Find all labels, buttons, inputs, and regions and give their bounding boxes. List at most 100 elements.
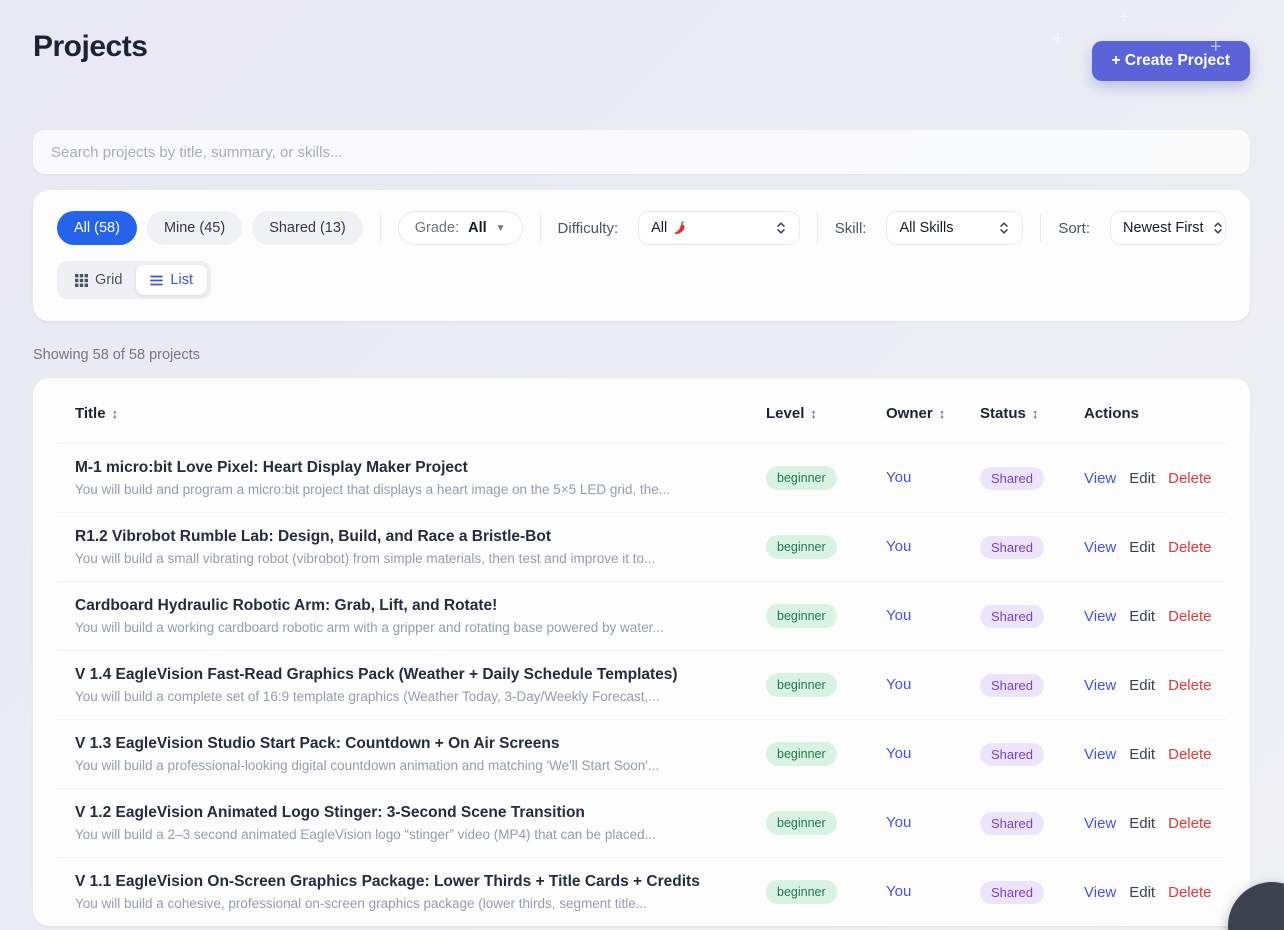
list-view-button[interactable]: List xyxy=(136,265,207,295)
divider xyxy=(540,213,541,243)
projects-table: Title ↕ Level ↕ Owner ↕ Status ↕ Actions xyxy=(33,378,1250,926)
project-title-cell: V 1.4 EagleVision Fast-Read Graphics Pac… xyxy=(75,666,766,704)
tab-all[interactable]: All (58) xyxy=(57,211,137,245)
table-row: V 1.2 EagleVision Animated Logo Stinger:… xyxy=(33,789,1250,857)
column-header-title[interactable]: Title ↕ xyxy=(75,405,766,422)
grade-value: All xyxy=(468,220,487,236)
owner-link[interactable]: You xyxy=(886,607,911,624)
actions-cell: View Edit Delete xyxy=(1084,608,1226,625)
view-action[interactable]: View xyxy=(1084,539,1116,556)
sort-icon: ↕ xyxy=(810,406,817,421)
grade-label: Grade: xyxy=(415,220,459,236)
owner-cell: You xyxy=(886,883,980,901)
delete-action[interactable]: Delete xyxy=(1168,815,1211,832)
view-action[interactable]: View xyxy=(1084,815,1116,832)
delete-action[interactable]: Delete xyxy=(1168,884,1211,901)
table-row: V 1.3 EagleVision Studio Start Pack: Cou… xyxy=(33,720,1250,788)
grade-filter-button[interactable]: Grade: All ▼ xyxy=(398,211,523,245)
project-summary: You will build and program a micro:bit p… xyxy=(75,482,750,497)
table-body: M-1 micro:bit Love Pixel: Heart Display … xyxy=(33,444,1250,926)
filter-card: All (58) Mine (45) Shared (13) Grade: Al… xyxy=(33,190,1250,321)
page-header: Projects + Create Project xyxy=(33,28,1250,81)
level-badge: beginner xyxy=(766,673,837,697)
delete-action[interactable]: Delete xyxy=(1168,539,1211,556)
view-action[interactable]: View xyxy=(1084,677,1116,694)
owner-link[interactable]: You xyxy=(886,745,911,762)
edit-action[interactable]: Edit xyxy=(1129,746,1155,763)
divider xyxy=(817,213,818,243)
owner-link[interactable]: You xyxy=(886,814,911,831)
level-cell: beginner xyxy=(766,673,886,697)
grid-icon xyxy=(75,274,88,287)
status-cell: Shared xyxy=(980,743,1084,766)
project-summary: You will build a complete set of 16:9 te… xyxy=(75,689,750,704)
difficulty-select[interactable]: All xyxy=(638,211,800,245)
actions-cell: View Edit Delete xyxy=(1084,884,1226,901)
status-cell: Shared xyxy=(980,536,1084,559)
status-badge: Shared xyxy=(980,812,1044,835)
delete-action[interactable]: Delete xyxy=(1168,677,1211,694)
delete-action[interactable]: Delete xyxy=(1168,746,1211,763)
delete-action[interactable]: Delete xyxy=(1168,608,1211,625)
edit-action[interactable]: Edit xyxy=(1129,608,1155,625)
tab-shared[interactable]: Shared (13) xyxy=(252,211,363,245)
status-cell: Shared xyxy=(980,812,1084,835)
difficulty-value: All xyxy=(651,220,667,236)
level-cell: beginner xyxy=(766,880,886,904)
project-title-cell: Cardboard Hydraulic Robotic Arm: Grab, L… xyxy=(75,597,766,635)
grid-view-button[interactable]: Grid xyxy=(61,265,136,295)
level-badge: beginner xyxy=(766,604,837,628)
view-action[interactable]: View xyxy=(1084,884,1116,901)
owner-cell: You xyxy=(886,538,980,556)
owner-link[interactable]: You xyxy=(886,538,911,555)
actions-cell: View Edit Delete xyxy=(1084,746,1226,763)
owner-link[interactable]: You xyxy=(886,676,911,693)
edit-action[interactable]: Edit xyxy=(1129,677,1155,694)
caret-down-icon: ▼ xyxy=(496,223,506,234)
level-cell: beginner xyxy=(766,604,886,628)
tab-mine[interactable]: Mine (45) xyxy=(147,211,242,245)
view-toggle: Grid List xyxy=(57,261,1226,299)
delete-action[interactable]: Delete xyxy=(1168,470,1211,487)
results-count: Showing 58 of 58 projects xyxy=(33,347,1250,363)
project-title-cell: M-1 micro:bit Love Pixel: Heart Display … xyxy=(75,459,766,497)
owner-cell: You xyxy=(886,745,980,763)
owner-link[interactable]: You xyxy=(886,469,911,486)
search-input[interactable] xyxy=(33,130,1250,174)
project-summary: You will build a professional-looking di… xyxy=(75,758,750,773)
view-action[interactable]: View xyxy=(1084,470,1116,487)
actions-cell: View Edit Delete xyxy=(1084,539,1226,556)
project-title: V 1.4 EagleVision Fast-Read Graphics Pac… xyxy=(75,666,750,684)
grid-view-label: Grid xyxy=(95,272,122,288)
edit-action[interactable]: Edit xyxy=(1129,884,1155,901)
view-action[interactable]: View xyxy=(1084,746,1116,763)
status-cell: Shared xyxy=(980,674,1084,697)
list-icon xyxy=(150,274,163,287)
view-action[interactable]: View xyxy=(1084,608,1116,625)
status-badge: Shared xyxy=(980,674,1044,697)
sort-select[interactable]: Newest First xyxy=(1110,211,1226,245)
level-cell: beginner xyxy=(766,466,886,490)
chevrons-up-down-icon xyxy=(775,221,787,235)
column-header-owner[interactable]: Owner ↕ xyxy=(886,405,980,422)
sort-value: Newest First xyxy=(1123,220,1204,236)
project-summary: You will build a 2–3 second animated Eag… xyxy=(75,827,750,842)
sort-icon: ↕ xyxy=(939,406,946,421)
column-header-level[interactable]: Level ↕ xyxy=(766,405,886,422)
level-badge: beginner xyxy=(766,742,837,766)
column-header-status[interactable]: Status ↕ xyxy=(980,405,1084,422)
difficulty-label: Difficulty: xyxy=(558,220,619,237)
edit-action[interactable]: Edit xyxy=(1129,539,1155,556)
owner-cell: You xyxy=(886,676,980,694)
project-title-cell: V 1.2 EagleVision Animated Logo Stinger:… xyxy=(75,804,766,842)
edit-action[interactable]: Edit xyxy=(1129,470,1155,487)
skill-select[interactable]: All Skills xyxy=(886,211,1023,245)
status-badge: Shared xyxy=(980,536,1044,559)
owner-link[interactable]: You xyxy=(886,883,911,900)
status-cell: Shared xyxy=(980,467,1084,490)
level-cell: beginner xyxy=(766,811,886,835)
create-project-button[interactable]: + Create Project xyxy=(1092,41,1250,81)
owner-cell: You xyxy=(886,814,980,832)
edit-action[interactable]: Edit xyxy=(1129,815,1155,832)
column-header-actions: Actions xyxy=(1084,405,1226,422)
